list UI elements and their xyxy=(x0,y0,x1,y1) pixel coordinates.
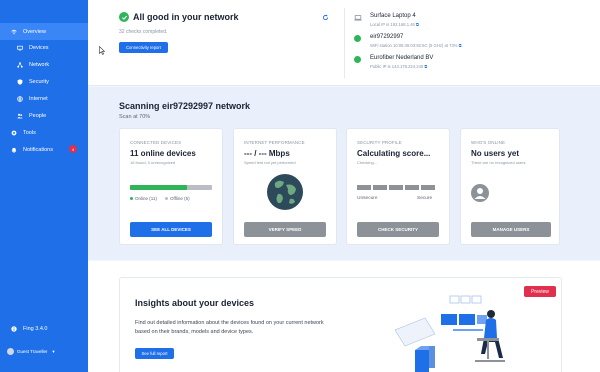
user-menu[interactable]: Guest Traveller ▼ xyxy=(7,348,55,355)
globe-illustration-icon xyxy=(267,174,303,210)
scanning-section: Scanning eir97292997 network Scan at 70%… xyxy=(88,87,600,260)
version-info: Fing 3.4.0 xyxy=(11,326,47,332)
globe-icon xyxy=(17,95,23,102)
card-value: No users yet xyxy=(471,149,520,158)
people-icon xyxy=(17,113,23,119)
card-label: INTERNET PERFORMANCE xyxy=(244,140,305,145)
device-meta: WiFi station 10:06:45:03:82:6C (5 GHz) a… xyxy=(370,43,462,48)
sidebar-item-security[interactable]: Security xyxy=(0,73,88,90)
sidebar-item-label: Security xyxy=(29,78,49,85)
check-icon xyxy=(119,12,129,22)
sidebar-item-internet[interactable]: Internet xyxy=(0,90,88,107)
sidebar-item-label: Network xyxy=(29,61,50,68)
isp-icon xyxy=(354,56,361,63)
status-title: All good in your network xyxy=(133,12,239,22)
sidebar-item-notifications[interactable]: Notifications 4 xyxy=(0,141,88,158)
unsecure-label: Unsecure xyxy=(357,196,378,201)
device-meta: Public IP is 144.178.224.240 ⧉ xyxy=(370,64,428,69)
user-label: Guest Traveller xyxy=(17,349,48,354)
sidebar-item-people[interactable]: People xyxy=(0,107,88,124)
sidebar-item-tools[interactable]: Tools xyxy=(0,124,88,141)
sidebar-item-label: Notifications xyxy=(23,146,53,153)
card-note: 16 found, 0 unrecognized xyxy=(130,160,176,165)
whos-online-card: WHO'S ONLINE No users yet There are no r… xyxy=(460,128,560,245)
copy-icon: ⧉ xyxy=(416,22,420,27)
device-name: eir97292997 xyxy=(370,34,404,40)
card-label: CONNECTED DEVICES xyxy=(130,140,182,145)
info-icon xyxy=(11,326,17,332)
status-subtitle: 32 checks completed. xyxy=(119,29,168,35)
card-note: There are no recognized users xyxy=(471,160,526,165)
bell-icon xyxy=(11,147,17,153)
security-profile-card: SECURITY PROFILE Calculating score... Ch… xyxy=(346,128,450,245)
device-name: Surface Laptop 4 xyxy=(370,13,416,19)
scan-progress: Scan at 70% xyxy=(119,114,151,120)
user-avatar xyxy=(7,348,14,355)
shield-icon xyxy=(17,78,23,85)
insights-card: Preview Insights about your devices Find… xyxy=(119,277,562,372)
check-security-button[interactable]: CHECK SECURITY xyxy=(357,222,439,237)
network-icon xyxy=(17,61,23,68)
legend-online: Online (11) xyxy=(130,196,157,201)
sidebar-item-label: Tools xyxy=(23,129,36,136)
security-score-bar xyxy=(357,185,435,190)
mouse-cursor-icon xyxy=(99,46,105,55)
copy-icon: ⧉ xyxy=(458,43,462,48)
see-full-report-button[interactable]: See full report xyxy=(135,348,174,359)
scan-title: Scanning eir97292997 network xyxy=(119,101,251,111)
device-legend: Online (11) Offline (5) xyxy=(130,196,190,201)
devices-icon xyxy=(17,45,23,51)
legend-offline: Offline (5) xyxy=(164,196,190,201)
sidebar-item-overview[interactable]: Overview xyxy=(0,23,88,40)
wifi-icon xyxy=(11,29,17,35)
card-note: Speed test not yet performed xyxy=(244,160,296,165)
online-progress-fill xyxy=(130,185,187,190)
insights-title: Insights about your devices xyxy=(135,298,255,308)
sidebar-item-devices[interactable]: Devices xyxy=(0,39,88,56)
sidebar: Overview Devices Network Security Intern… xyxy=(0,0,88,372)
see-all-devices-button[interactable]: SEE ALL DEVICES xyxy=(130,222,212,237)
manage-users-button[interactable]: MANAGE USERS xyxy=(471,222,551,237)
tools-icon xyxy=(11,130,17,136)
sidebar-item-label: People xyxy=(29,112,47,119)
sidebar-item-label: Devices xyxy=(29,44,49,51)
copy-icon: ⧉ xyxy=(424,64,428,69)
devices-illustration-icon xyxy=(395,295,505,372)
sidebar-item-label: Overview xyxy=(23,28,46,35)
sidebar-item-network[interactable]: Network xyxy=(0,56,88,73)
device-meta: Local IP is 192.168.1.46 ⧉ xyxy=(370,22,420,27)
preview-badge: Preview xyxy=(524,286,556,297)
card-value: --- / --- Mbps xyxy=(244,149,290,158)
chevron-down-icon: ▼ xyxy=(51,349,56,354)
card-note: Checking... xyxy=(357,160,378,165)
sidebar-item-label: Internet xyxy=(29,95,48,102)
insights-text: Find out detailed information about the … xyxy=(135,320,324,335)
notification-badge: 4 xyxy=(69,145,77,153)
internet-performance-card: INTERNET PERFORMANCE --- / --- Mbps Spee… xyxy=(233,128,337,245)
wifi-router-icon xyxy=(354,35,361,42)
secure-label: Secure xyxy=(417,196,433,201)
verify-speed-button[interactable]: VERIFY SPEED xyxy=(244,222,326,237)
laptop-icon xyxy=(354,15,362,21)
card-value: Calculating score... xyxy=(357,149,431,158)
card-value: 11 online devices xyxy=(130,149,196,158)
version-label: Fing 3.4.0 xyxy=(23,326,48,332)
avatar-placeholder-icon xyxy=(471,184,489,202)
network-status-panel: All good in your network 32 checks compl… xyxy=(88,0,600,86)
device-name: Eurofiber Nederland BV xyxy=(370,55,434,61)
insights-section: Preview Insights about your devices Find… xyxy=(88,261,600,372)
card-label: SECURITY PROFILE xyxy=(357,140,402,145)
card-label: WHO'S ONLINE xyxy=(471,140,506,145)
refresh-icon[interactable] xyxy=(322,14,329,21)
divider xyxy=(344,8,345,78)
connected-devices-card: CONNECTED DEVICES 11 online devices 16 f… xyxy=(119,128,223,245)
connectivity-report-button[interactable]: Connectivity report xyxy=(119,42,168,53)
online-progress-bar xyxy=(130,185,212,190)
